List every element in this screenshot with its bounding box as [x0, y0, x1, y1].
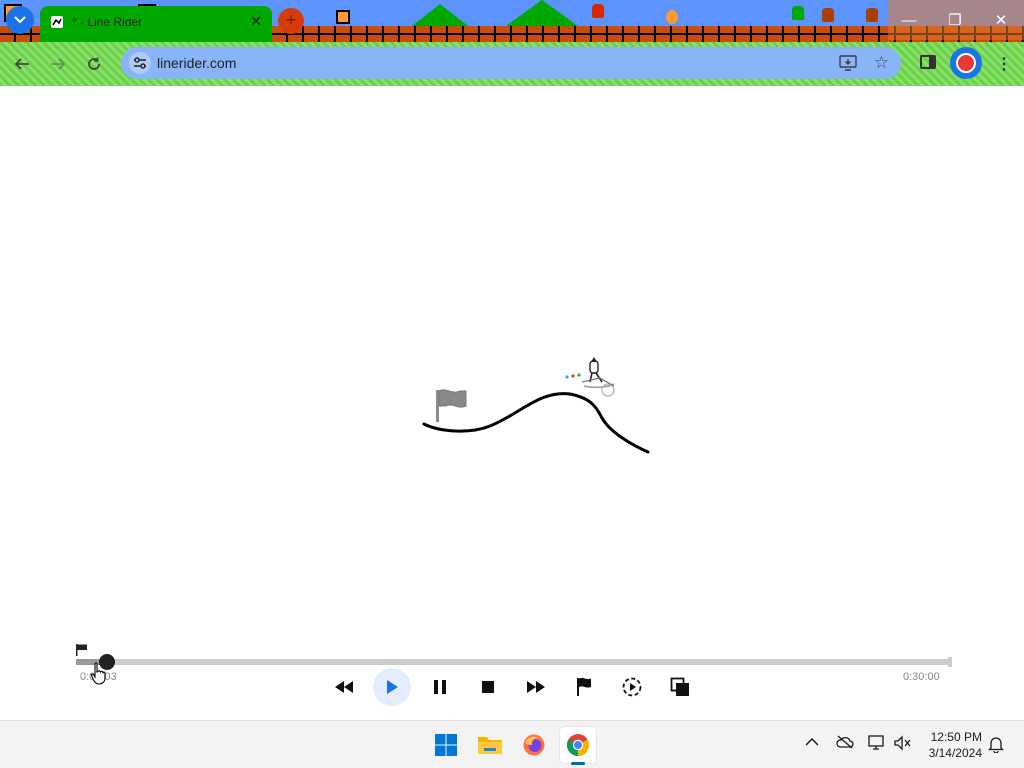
reload-button[interactable]	[81, 52, 107, 76]
start-button[interactable]	[428, 727, 464, 763]
file-explorer-button[interactable]	[472, 727, 508, 763]
firefox-button[interactable]	[516, 727, 552, 763]
theme-koopa-decoration	[792, 6, 804, 20]
side-panel-icon[interactable]	[920, 55, 936, 69]
tab-search-button[interactable]	[6, 6, 34, 34]
rewind-button[interactable]	[326, 669, 362, 705]
more-menu-icon[interactable]: ⋮	[996, 54, 1012, 74]
site-info-button[interactable]	[129, 52, 151, 74]
notifications-button[interactable]	[987, 736, 1005, 756]
install-app-icon[interactable]	[839, 55, 857, 71]
new-tab-button[interactable]: +	[278, 8, 304, 34]
onion-skin-button[interactable]	[662, 669, 698, 705]
chrome-button[interactable]	[560, 727, 596, 765]
chevron-down-icon	[14, 16, 26, 24]
back-button[interactable]	[9, 52, 35, 76]
browser-toolbar: linerider.com ☆ ⋮	[0, 42, 1024, 86]
tab-close-button[interactable]: ✕	[250, 13, 262, 30]
arrow-left-icon	[14, 58, 29, 70]
close-window-button[interactable]: ✕	[978, 0, 1024, 40]
onedrive-offline-icon	[836, 735, 854, 749]
onion-skin-icon	[670, 677, 689, 696]
rewind-icon	[335, 681, 353, 693]
theme-goomba-decoration	[866, 8, 878, 22]
network-icon	[868, 735, 884, 750]
theme-mario-decoration	[592, 4, 604, 18]
arrow-right-icon	[51, 58, 66, 70]
volume-muted-icon	[894, 735, 911, 751]
theme-hill-decoration	[506, 0, 578, 26]
timeline-end-marker	[948, 657, 952, 667]
rider-sprite	[565, 357, 615, 397]
chevron-up-icon	[805, 737, 819, 746]
track-drawing[interactable]	[0, 86, 1024, 720]
theme-hill-decoration	[412, 4, 468, 26]
volume-button[interactable]	[894, 735, 912, 754]
line-rider-canvas[interactable]: 0:00:03 0:30:00	[0, 86, 1024, 720]
clock-time[interactable]: 12:50 PM	[926, 730, 982, 744]
address-bar[interactable]: linerider.com ☆	[121, 47, 901, 79]
tab-title: * - Line Rider	[72, 15, 143, 29]
slow-motion-button[interactable]	[614, 669, 650, 705]
reload-icon	[88, 57, 100, 70]
onedrive-button[interactable]	[836, 735, 854, 752]
show-hidden-icons-button[interactable]	[805, 735, 819, 750]
chrome-icon	[567, 734, 589, 756]
timeline-track[interactable]	[76, 659, 950, 665]
tune-icon	[134, 57, 146, 69]
fast-forward-icon	[527, 681, 545, 693]
forward-button[interactable]	[45, 52, 71, 76]
play-icon	[387, 680, 398, 694]
url-text[interactable]: linerider.com	[157, 55, 236, 71]
theme-block-decoration	[336, 10, 350, 24]
slow-motion-icon	[622, 677, 642, 697]
pause-button[interactable]	[422, 669, 458, 705]
playback-controls	[0, 668, 1024, 709]
pause-icon	[434, 680, 446, 694]
minimize-button[interactable]: —	[886, 0, 932, 40]
windows-taskbar: 12:50 PM 3/14/2024	[0, 720, 1024, 768]
profile-avatar[interactable]	[950, 47, 982, 79]
fast-forward-button[interactable]	[518, 669, 554, 705]
tab-line-rider[interactable]: * - Line Rider ✕	[40, 6, 272, 42]
theme-mushroom-decoration	[666, 10, 678, 24]
bookmark-star-icon[interactable]: ☆	[874, 53, 889, 73]
flag-icon	[577, 677, 591, 696]
play-button[interactable]	[373, 668, 411, 706]
restore-button[interactable]: ❐	[932, 0, 978, 40]
flag-button[interactable]	[566, 669, 602, 705]
folder-icon	[478, 737, 502, 754]
firefox-icon	[523, 734, 545, 756]
timeline-start-flag-icon	[76, 644, 87, 656]
theme-goomba-decoration	[822, 8, 834, 22]
network-button[interactable]	[868, 735, 886, 754]
browser-title-bar: * - Line Rider ✕ + — ❐ ✕	[0, 0, 1024, 42]
bell-icon	[987, 737, 1005, 754]
clock-date[interactable]: 3/14/2024	[918, 746, 982, 760]
stop-icon	[482, 681, 494, 693]
record-icon	[956, 53, 976, 73]
start-flag-icon	[436, 389, 467, 422]
stop-button[interactable]	[470, 669, 506, 705]
windows-start-icon	[435, 734, 457, 756]
line-rider-favicon-icon	[51, 16, 63, 28]
timeline-scrubber[interactable]	[76, 654, 952, 670]
